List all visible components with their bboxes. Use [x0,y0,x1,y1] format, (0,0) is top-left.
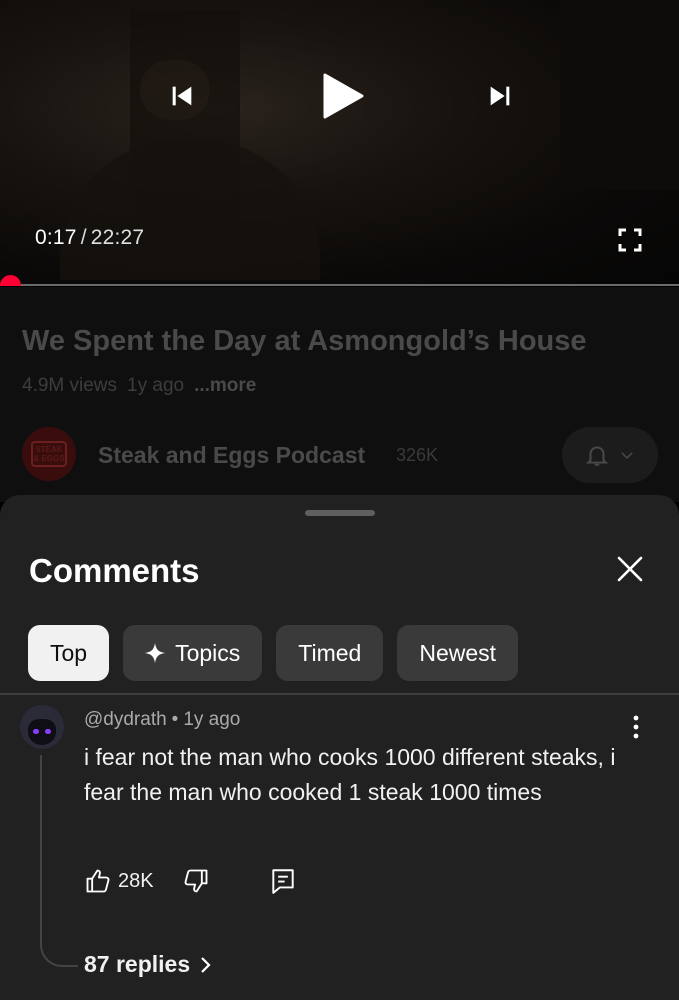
fullscreen-icon [618,228,642,252]
reply-comment-icon [272,869,294,894]
skip-next-icon [490,86,510,106]
close-icon [617,556,643,582]
filter-chip-newest[interactable]: Newest [397,625,519,681]
upload-age: 1y ago [127,375,185,396]
close-button[interactable] [612,551,648,587]
view-replies-link[interactable]: 87 replies [84,951,212,978]
chip-label: Newest [419,639,497,666]
reply-thread-line [40,755,78,967]
video-frame-shape [60,140,320,280]
next-video-button[interactable] [478,74,522,118]
play-icon [323,73,364,119]
fullscreen-button[interactable] [614,224,646,256]
previous-video-button[interactable] [160,74,204,118]
comments-sheet: Comments Top Topics Timed Newest @dydrat… [0,495,679,1000]
chip-label: Topics [175,639,241,666]
video-player[interactable]: 0:17/22:27 [0,0,679,286]
chip-label: Top [50,639,88,666]
dislike-button[interactable] [182,867,210,895]
header-separator: • [171,709,179,730]
filter-chip-top[interactable]: Top [28,625,110,681]
channel-name[interactable]: Steak and Eggs Podcast [98,442,365,469]
video-frame-shape [560,0,679,190]
thumbs-up-icon [86,869,110,893]
progress-bar[interactable] [0,284,679,286]
avatar-eye [33,729,39,734]
comment-filter-chips: Top Topics Timed Newest [28,625,519,681]
comment-header: @dydrath • 1y ago [84,709,240,731]
chevron-down-icon [621,452,633,460]
bell-icon [585,446,609,466]
comment-author[interactable]: @dydrath [84,709,167,730]
divider [0,693,679,695]
more-link[interactable]: ...more [194,375,256,396]
more-vertical-icon [633,715,639,739]
time-display: 0:17/22:27 [35,226,144,250]
comment-age: 1y ago [183,709,241,730]
avatar-eye [45,729,51,734]
commenter-avatar[interactable] [20,705,64,749]
video-title[interactable]: We Spent the Day at Asmongold’s House [22,325,587,358]
time-separator: / [80,226,87,249]
view-count: 4.9M views [22,375,118,396]
video-duration: 22:27 [90,226,145,249]
play-button[interactable] [315,68,371,124]
progress-scrubber[interactable] [0,275,21,286]
reply-button[interactable] [270,867,296,895]
comments-title: Comments [29,552,200,589]
current-time: 0:17 [35,226,77,249]
subscriber-count: 326K [396,445,439,465]
thumbs-down-icon [184,869,208,893]
video-meta: 4.9M views 1y ago ...more [22,375,256,397]
filter-chip-topics[interactable]: Topics [123,625,263,681]
skip-previous-icon [172,86,192,106]
notification-settings-button[interactable] [562,427,658,483]
like-count: 28K [118,870,154,892]
channel-logo: STEAK & EGGS [31,441,67,467]
comment-options-button[interactable] [624,713,648,741]
channel-avatar[interactable]: STEAK & EGGS [22,427,76,481]
chevron-right-icon [201,956,211,973]
sparkle-icon [145,643,166,663]
comment-text: i fear not the man who cooks 1000 differ… [84,744,616,805]
like-button[interactable] [84,867,112,895]
replies-count-label: 87 replies [84,951,191,977]
video-info: We Spent the Day at Asmongold’s House 4.… [0,287,679,502]
sheet-drag-handle[interactable] [305,510,375,516]
filter-chip-timed[interactable]: Timed [276,625,384,681]
chip-label: Timed [298,639,362,666]
